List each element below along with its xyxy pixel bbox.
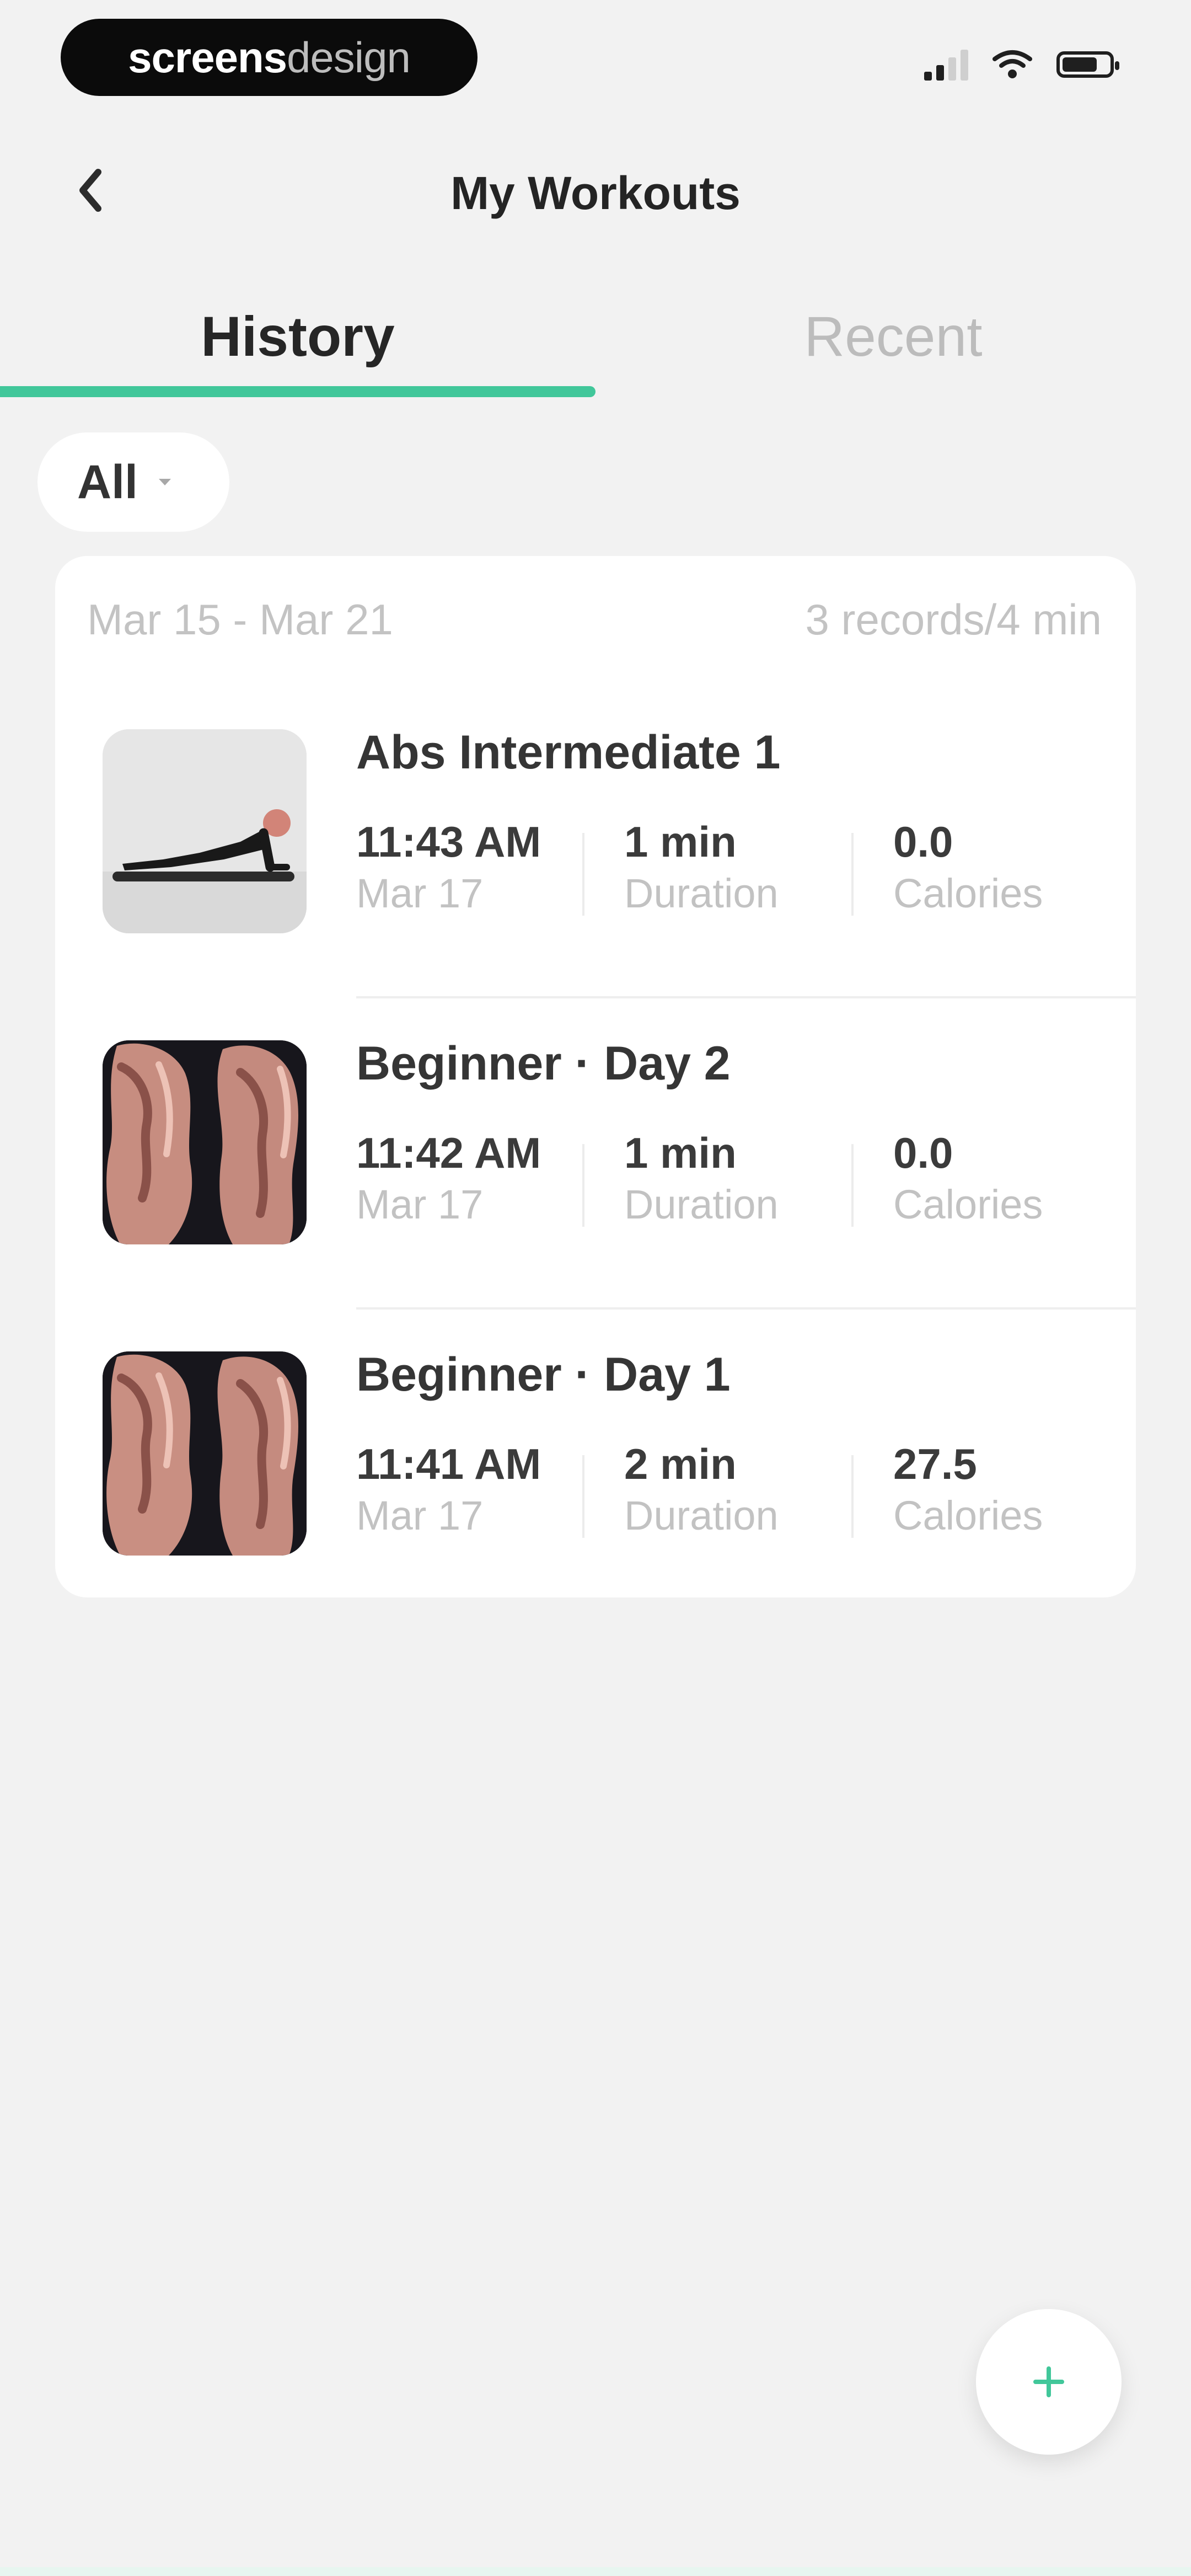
- workout-item[interactable]: Beginner · Day 2 11:42 AM Mar 17 1 min D…: [55, 1028, 1136, 1310]
- history-card: Mar 15 - Mar 21 3 records/4 min Abs Inte…: [55, 556, 1136, 1597]
- calories-label: Calories: [893, 1493, 1043, 1538]
- stat-time: 11:41 AM Mar 17: [356, 1437, 541, 1542]
- row-separator: [356, 1307, 1136, 1310]
- stat-time: 11:42 AM Mar 17: [356, 1126, 541, 1231]
- stat-duration: 1 min Duration: [624, 815, 779, 920]
- calories-label: Calories: [893, 870, 1043, 916]
- stat-calories: 27.5 Calories: [893, 1437, 1043, 1542]
- workout-title: Beginner · Day 1: [356, 1348, 731, 1401]
- workout-time: 11:41 AM: [356, 1440, 541, 1488]
- duration-value: 1 min: [624, 1129, 737, 1177]
- status-bar: screens design: [0, 0, 1191, 121]
- workout-title: Abs Intermediate 1: [356, 726, 781, 779]
- wifi-icon: [993, 50, 1032, 78]
- caret-down-icon: [158, 479, 171, 485]
- workout-item[interactable]: Beginner · Day 1 11:41 AM Mar 17 2 min D…: [55, 1339, 1136, 1597]
- stat-divider: [851, 1455, 854, 1538]
- tab-history[interactable]: History: [0, 276, 596, 397]
- calories-label: Calories: [893, 1182, 1043, 1227]
- workout-item[interactable]: Abs Intermediate 1 11:43 AM Mar 17 1 min…: [55, 717, 1136, 998]
- calories-value: 27.5: [893, 1440, 977, 1488]
- stat-divider: [582, 833, 584, 916]
- bottom-edge: [0, 2567, 1191, 2576]
- muscle-arms-image: [103, 1351, 307, 1556]
- workout-thumbnail: [103, 1351, 307, 1556]
- duration-label: Duration: [624, 1493, 779, 1538]
- stat-duration: 2 min Duration: [624, 1437, 779, 1542]
- stat-duration: 1 min Duration: [624, 1126, 779, 1231]
- workout-date: Mar 17: [356, 870, 484, 916]
- week-summary: 3 records/4 min: [805, 595, 1102, 644]
- week-range: Mar 15 - Mar 21: [87, 595, 393, 644]
- status-icons: [924, 49, 1119, 81]
- active-tab-indicator: [0, 386, 596, 397]
- row-separator: [356, 996, 1136, 998]
- calories-value: 0.0: [893, 817, 953, 866]
- stat-time: 11:43 AM Mar 17: [356, 815, 541, 920]
- logo-word-screens: screens: [128, 33, 287, 82]
- workout-tabs: History Recent: [0, 276, 1191, 404]
- plus-icon: [1033, 2366, 1064, 2397]
- workout-time: 11:43 AM: [356, 817, 541, 866]
- calories-value: 0.0: [893, 1129, 953, 1177]
- stat-calories: 0.0 Calories: [893, 1126, 1043, 1231]
- duration-label: Duration: [624, 870, 779, 916]
- workout-date: Mar 17: [356, 1493, 484, 1538]
- stat-calories: 0.0 Calories: [893, 815, 1043, 920]
- stat-divider: [582, 1455, 584, 1538]
- signal-icon: [924, 49, 968, 81]
- stat-divider: [851, 1144, 854, 1227]
- workout-thumbnail: [103, 1040, 307, 1244]
- workout-time: 11:42 AM: [356, 1129, 541, 1177]
- filter-dropdown[interactable]: All: [37, 432, 229, 532]
- add-workout-button[interactable]: [976, 2309, 1122, 2455]
- screensdesign-logo: screens design: [61, 19, 478, 96]
- stat-divider: [851, 833, 854, 916]
- plank-exercise-image: [103, 729, 307, 933]
- duration-value: 2 min: [624, 1440, 737, 1488]
- workout-thumbnail: [103, 729, 307, 933]
- tab-recent[interactable]: Recent: [596, 276, 1191, 397]
- duration-label: Duration: [624, 1182, 779, 1227]
- my-workouts-screen: screens design My Workouts History Recent…: [0, 0, 1191, 2576]
- logo-word-design: design: [287, 33, 411, 82]
- workout-title: Beginner · Day 2: [356, 1037, 731, 1090]
- stat-divider: [582, 1144, 584, 1227]
- muscle-arms-image: [103, 1040, 307, 1244]
- workout-date: Mar 17: [356, 1182, 484, 1227]
- duration-value: 1 min: [624, 817, 737, 866]
- battery-icon: [1056, 51, 1119, 78]
- page-title: My Workouts: [450, 167, 741, 219]
- filter-selected-value: All: [77, 455, 138, 509]
